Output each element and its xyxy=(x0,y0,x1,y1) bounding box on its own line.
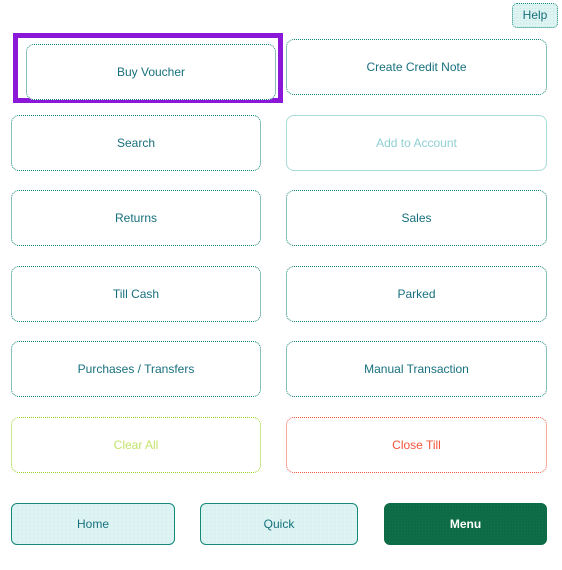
create-credit-note-button[interactable]: Create Credit Note xyxy=(286,39,547,95)
returns-button[interactable]: Returns xyxy=(11,190,261,246)
menu-button[interactable]: Menu xyxy=(384,503,547,545)
home-button[interactable]: Home xyxy=(11,503,175,545)
grid-cell-right: Manual Transaction xyxy=(286,341,547,397)
quick-button[interactable]: Quick xyxy=(200,503,358,545)
grid-cell-right: Sales xyxy=(286,190,547,246)
search-button[interactable]: Search xyxy=(11,114,261,171)
sales-button[interactable]: Sales xyxy=(286,190,547,246)
parked-button[interactable]: Parked xyxy=(286,265,547,322)
clear-all-button[interactable]: Clear All xyxy=(11,416,261,473)
action-row: Till Cash Parked xyxy=(0,265,562,342)
action-row: Purchases / Transfers Manual Transaction xyxy=(0,341,562,417)
action-row: Returns Sales xyxy=(0,190,562,266)
close-till-button[interactable]: Close Till xyxy=(286,416,547,473)
grid-cell-left: Till Cash xyxy=(11,265,261,322)
help-button[interactable]: Help xyxy=(512,3,558,28)
action-row: Buy Voucher Create Credit Note xyxy=(0,33,562,115)
add-to-account-button: Add to Account xyxy=(286,114,547,171)
grid-cell-left: Buy Voucher xyxy=(11,33,283,103)
grid-cell-left: Purchases / Transfers xyxy=(11,341,261,397)
bottom-navigation: Home Quick Menu xyxy=(0,503,562,546)
till-cash-button[interactable]: Till Cash xyxy=(11,265,261,322)
grid-cell-right: Create Credit Note xyxy=(286,39,547,95)
action-row: Search Add to Account xyxy=(0,114,562,191)
action-row: Clear All Close Till xyxy=(0,416,562,493)
action-button-grid: Buy Voucher Create Credit Note Search Ad… xyxy=(0,33,562,493)
grid-cell-left: Returns xyxy=(11,190,261,246)
buy-voucher-button[interactable]: Buy Voucher xyxy=(26,44,276,100)
grid-cell-right: Parked xyxy=(286,265,547,322)
grid-cell-left: Search xyxy=(11,114,261,171)
grid-cell-right: Add to Account xyxy=(286,114,547,171)
purchases-transfers-button[interactable]: Purchases / Transfers xyxy=(11,341,261,397)
grid-cell-left: Clear All xyxy=(11,416,261,473)
manual-transaction-button[interactable]: Manual Transaction xyxy=(286,341,547,397)
header-bar: Help xyxy=(0,3,562,31)
grid-cell-right: Close Till xyxy=(286,416,547,473)
selection-highlight: Buy Voucher xyxy=(13,33,283,103)
